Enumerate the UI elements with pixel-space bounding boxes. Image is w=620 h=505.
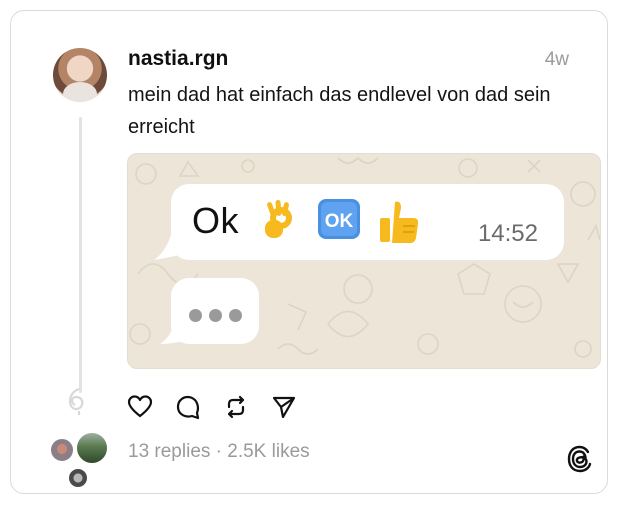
thread-connector-line <box>79 117 82 393</box>
thumbs-up-emoji-icon <box>380 201 419 243</box>
bubble-tail <box>160 322 188 344</box>
replier-avatar <box>49 437 75 463</box>
comment-icon[interactable] <box>175 394 201 420</box>
threads-logo-icon[interactable] <box>567 445 593 473</box>
replier-avatar <box>67 467 89 489</box>
typing-dot <box>209 309 222 322</box>
share-icon[interactable] <box>271 394 297 420</box>
message-text: Ok <box>192 200 240 241</box>
message-timestamp: 14:52 <box>477 220 538 247</box>
bubble-tail <box>154 232 184 260</box>
typing-dot <box>229 309 242 322</box>
post-image-chat-screenshot[interactable]: Ok OK 14:52 <box>127 153 601 369</box>
typing-dot <box>189 309 202 322</box>
svg-text:OK: OK <box>325 211 354 232</box>
replies-likes-count[interactable]: 13 replies · 2.5K likes <box>128 441 310 463</box>
incoming-message-bubble: Ok OK 14:52 <box>171 184 564 260</box>
ok-button-emoji-icon: OK <box>318 199 360 239</box>
thread-loop-icon <box>68 387 84 415</box>
post-text: mein dad hat einfach das endlevel von da… <box>128 84 551 138</box>
ok-hand-emoji-icon <box>265 199 292 238</box>
replier-avatars[interactable] <box>49 431 111 489</box>
repost-icon[interactable] <box>223 394 249 420</box>
replier-avatar <box>75 431 109 465</box>
threads-post-card[interactable]: nastia.rgn 4w mein dad hat einfach das e… <box>10 10 608 494</box>
author-avatar[interactable] <box>53 48 107 102</box>
heart-icon[interactable] <box>127 394 153 420</box>
post-time: 4w <box>544 49 569 70</box>
author-username[interactable]: nastia.rgn <box>128 47 228 71</box>
